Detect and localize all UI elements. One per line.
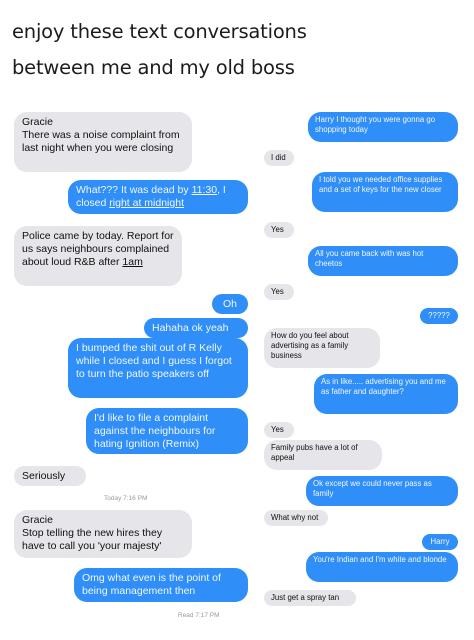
message-text: Police came by today. Report for us says… <box>22 230 174 268</box>
message-bubble-outgoing: As in like..... advertising you and me a… <box>314 374 458 414</box>
message-bubble-outgoing: All you came back with was hot cheetos <box>308 246 458 276</box>
message-bubble-incoming: Yes <box>264 284 294 300</box>
message-bubble-outgoing: ????? <box>420 308 458 324</box>
message-bubble-incoming: I did <box>264 150 294 166</box>
message-bubble-outgoing: What??? It was dead by 11:30, I closed r… <box>68 180 248 214</box>
time-link[interactable]: 11:30 <box>192 184 218 196</box>
time-link[interactable]: right at midnight <box>109 197 184 209</box>
message-bubble-outgoing: Harry <box>422 534 458 550</box>
post-caption: enjoy these text conversations between m… <box>12 14 462 86</box>
left-conversation-screenshot: Gracie There was a noise complaint from … <box>8 106 256 640</box>
message-bubble-outgoing: Omg what even is the point of being mana… <box>74 568 248 602</box>
right-conversation-screenshot: Harry I thought you were gonna go shoppi… <box>260 106 466 640</box>
read-receipt: Read 7:17 PM <box>178 612 220 619</box>
message-bubble-incoming: Gracie There was a noise complaint from … <box>14 112 192 172</box>
message-bubble-outgoing: I'd like to file a complaint against the… <box>86 408 248 454</box>
message-bubble-incoming: Yes <box>264 422 294 438</box>
message-bubble-incoming: Seriously <box>14 466 86 486</box>
time-link[interactable]: 1am <box>122 256 142 268</box>
message-bubble-incoming: How do you feel about advertising as a f… <box>264 328 380 368</box>
message-bubble-incoming: Family pubs have a lot of appeal <box>264 440 382 470</box>
message-bubble-outgoing: I bumped the shit out of R Kelly while I… <box>68 338 248 398</box>
message-bubble-incoming: What why not <box>264 510 328 526</box>
message-bubble-incoming: Just get a spray tan <box>264 590 356 606</box>
caption-line-1: enjoy these text conversations <box>12 20 307 43</box>
message-bubble-incoming: Yes <box>264 222 294 238</box>
message-text: What??? It was dead by <box>76 184 192 196</box>
message-bubble-outgoing: Ok except we could never pass as family <box>306 476 458 506</box>
message-bubble-outgoing: I told you we needed office supplies and… <box>312 172 458 212</box>
caption-line-2: between me and my old boss <box>12 56 295 79</box>
message-bubble-outgoing: You're Indian and I'm white and blonde <box>306 552 458 582</box>
message-timestamp: Today 7:16 PM <box>104 495 148 502</box>
message-bubble-outgoing: Oh <box>212 294 248 314</box>
message-bubble-outgoing: Hahaha ok yeah <box>144 318 248 338</box>
message-bubble-incoming: Police came by today. Report for us says… <box>14 226 182 286</box>
message-bubble-incoming: Gracie Stop telling the new hires they h… <box>14 510 192 558</box>
message-bubble-outgoing: Harry I thought you were gonna go shoppi… <box>308 112 458 142</box>
